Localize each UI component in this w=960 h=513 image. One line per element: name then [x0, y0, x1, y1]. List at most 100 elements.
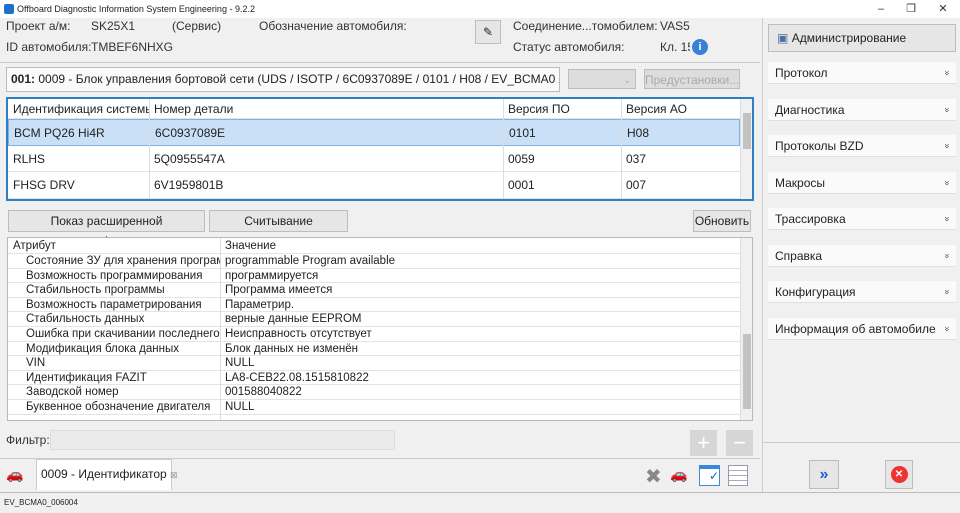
remove-button[interactable]: −: [726, 430, 753, 456]
cancel-icon: ✕: [890, 466, 908, 483]
tab-close-icon[interactable]: ⊠: [170, 470, 178, 480]
attribute-table: Атрибут Значение Состояние ЗУ для хранен…: [7, 237, 753, 421]
attribute-row[interactable]: Стабильность данных верные данные EEPROM: [8, 312, 740, 327]
sidebar-item[interactable]: Трассировка »: [768, 208, 956, 230]
variant-dropdown[interactable]: ⌄: [568, 69, 636, 89]
attribute-name: Идентификация FAZIT: [26, 371, 147, 384]
chevron-down-icon: »: [942, 252, 953, 259]
project-mode: (Сервис): [172, 19, 222, 33]
attribute-name: VIN: [26, 357, 46, 370]
table-cell: 0059: [508, 151, 535, 166]
checklist-icon[interactable]: ✓: [699, 465, 720, 486]
module-selector[interactable]: 001: 0009 - Блок управления бортовой сет…: [6, 67, 560, 92]
column-header[interactable]: Атрибут: [8, 238, 220, 254]
attribute-row[interactable]: Буквенное обозначение двигателя NULL: [8, 400, 740, 415]
column-header[interactable]: Значение: [220, 238, 720, 254]
add-button[interactable]: +: [690, 430, 717, 456]
attribute-name: Возможность параметрирования: [26, 298, 202, 311]
sidebar-item-label: Конфигурация: [775, 285, 856, 299]
vehicle-icon[interactable]: 🚗: [670, 466, 687, 483]
column-header[interactable]: Версия АО: [621, 99, 741, 119]
sidebar-item[interactable]: Конфигурация »: [768, 281, 956, 303]
vehicle-id-value: TMBEF6NHXG: [91, 40, 174, 54]
sidebar-item[interactable]: Протокол »: [768, 62, 956, 84]
column-header[interactable]: Идентификация системы: [8, 99, 149, 119]
sidebar-item[interactable]: Макросы »: [768, 171, 956, 194]
disconnect-icon[interactable]: ✖: [645, 464, 662, 489]
project-value: SK25X1: [91, 19, 136, 33]
attribute-value: Блок данных не изменён: [225, 342, 358, 355]
table-cell: H08: [627, 126, 650, 140]
scrollbar[interactable]: [740, 99, 752, 199]
status-bar: EV_BCMA0_006004: [0, 492, 960, 512]
close-window-button[interactable]: ✕: [928, 0, 958, 18]
attribute-value: 001588040822: [225, 386, 302, 399]
vehicle-designation-label: Обозначение автомобиля:: [259, 19, 407, 33]
chevron-down-icon: »: [942, 216, 953, 222]
tab-label: 0009 - Идентификатор: [41, 467, 167, 481]
table-icon[interactable]: [728, 465, 748, 486]
status-label: Статус автомобиля:: [513, 40, 625, 54]
filter-label: Фильтр:: [6, 433, 50, 447]
read-subsystem-button[interactable]: Считывание подсистемы: [209, 210, 348, 248]
status-value: Кл. 15: [660, 40, 690, 54]
edit-notes-icon[interactable]: ✎: [475, 20, 501, 44]
chevron-down-icon: »: [942, 143, 953, 149]
column-header[interactable]: Версия ПО: [503, 99, 621, 119]
cancel-button[interactable]: ✕: [885, 460, 913, 489]
table-cell: 0101: [509, 126, 536, 140]
attribute-row[interactable]: Ошибка при скачивании последнего бл Неисп…: [8, 327, 740, 342]
attribute-name: Ошибка при скачивании последнего бл: [26, 328, 220, 340]
sidebar-item[interactable]: Информация об автомобиле »: [768, 317, 956, 340]
attribute-row[interactable]: Идентификация FAZIT LA8-CEB22.08.15158108…: [8, 371, 740, 386]
divider: [0, 62, 760, 63]
extended-id-button[interactable]: Показ расширенной идентификации: [8, 210, 205, 248]
attribute-row[interactable]: Возможность программирования программируе…: [8, 269, 740, 284]
info-icon[interactable]: i: [692, 39, 708, 55]
tab-identification[interactable]: 0009 - Идентификатор ⊠: [36, 459, 178, 490]
next-icon[interactable]: »: [809, 460, 839, 489]
attribute-value: NULL: [225, 357, 255, 370]
attribute-value: Параметрир.: [225, 298, 295, 311]
attribute-row[interactable]: Заводской номер 001588040822: [8, 385, 740, 400]
module-description: 0009 - Блок управления бортовой сети (UD…: [38, 72, 560, 86]
table-cell: RLHS: [13, 151, 46, 166]
table-row[interactable]: RLHS 5Q0955547A 0059 037: [8, 146, 740, 172]
attribute-value: программируется: [225, 269, 319, 282]
attribute-name: Заводской номер: [26, 386, 119, 399]
admin-button[interactable]: ▣ Администрирование: [768, 24, 956, 52]
scrollbar[interactable]: [740, 238, 752, 420]
attribute-name: Состояние ЗУ для хранения программ: [26, 255, 220, 267]
table-cell: BCM PQ26 Hi4R: [14, 126, 105, 140]
sidebar-item[interactable]: Протоколы BZD »: [768, 135, 956, 157]
sidebar-item-label: Информация об автомобиле: [775, 321, 936, 336]
table-row[interactable]: FHSG DRV 6V1959801B 0001 007: [8, 172, 740, 199]
table-row[interactable]: BCM PQ26 Hi4R 6C0937089E 0101 H08: [8, 119, 740, 146]
attribute-name: Возможность программирования: [26, 269, 203, 282]
title-bar: Offboard Diagnostic Information System E…: [0, 0, 960, 18]
restore-button[interactable]: ❐: [896, 0, 926, 18]
app-icon: [4, 4, 14, 14]
column-header[interactable]: Номер детали: [149, 99, 503, 119]
refresh-button[interactable]: Обновить: [693, 210, 751, 232]
window-title: Offboard Diagnostic Information System E…: [17, 4, 255, 14]
filter-input[interactable]: [50, 430, 395, 450]
connection-label: Соединение...томобилем:: [513, 19, 658, 33]
attribute-row[interactable]: Возможность параметрирования Параметрир.: [8, 298, 740, 313]
chevron-down-icon: »: [942, 70, 953, 76]
presets-button[interactable]: Предустановки...: [644, 69, 740, 89]
attribute-row[interactable]: Стабильность программы Программа имеется: [8, 283, 740, 298]
attribute-row[interactable]: Модификация блока данных Блок данных не и…: [8, 342, 740, 357]
attribute-row[interactable]: Состояние ЗУ для хранения программ progra…: [8, 254, 740, 269]
minimize-button[interactable]: –: [866, 0, 896, 18]
sidebar-item[interactable]: Диагностика »: [768, 98, 956, 121]
sidebar-item-label: Справка: [775, 248, 823, 263]
attribute-value: верные данные EEPROM: [225, 313, 362, 326]
table-cell: 6C0937089E: [155, 126, 226, 140]
attribute-value: Неисправность отсутствует: [225, 328, 372, 340]
table-cell: 007: [626, 178, 647, 192]
chevron-down-icon: »: [942, 179, 953, 186]
sidebar-item[interactable]: Справка »: [768, 244, 956, 267]
attribute-row[interactable]: VIN NULL: [8, 356, 740, 371]
admin-label: Администрирование: [791, 31, 907, 45]
